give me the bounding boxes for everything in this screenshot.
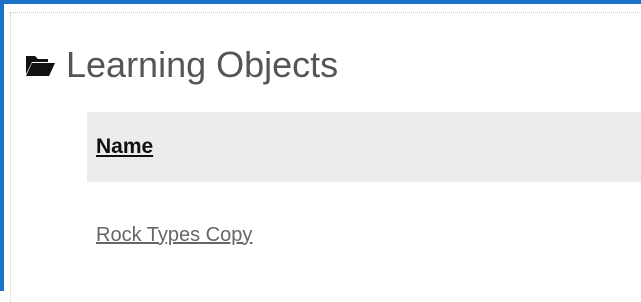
table-header: Name: [87, 112, 641, 182]
table-row: Rock Types Copy: [87, 210, 252, 260]
section-heading: Learning Objects: [24, 38, 338, 92]
learning-object-link[interactable]: Rock Types Copy: [96, 224, 252, 247]
page-title: Learning Objects: [66, 44, 339, 85]
column-header-name[interactable]: Name: [96, 135, 153, 159]
folder-open-icon: [24, 52, 56, 78]
